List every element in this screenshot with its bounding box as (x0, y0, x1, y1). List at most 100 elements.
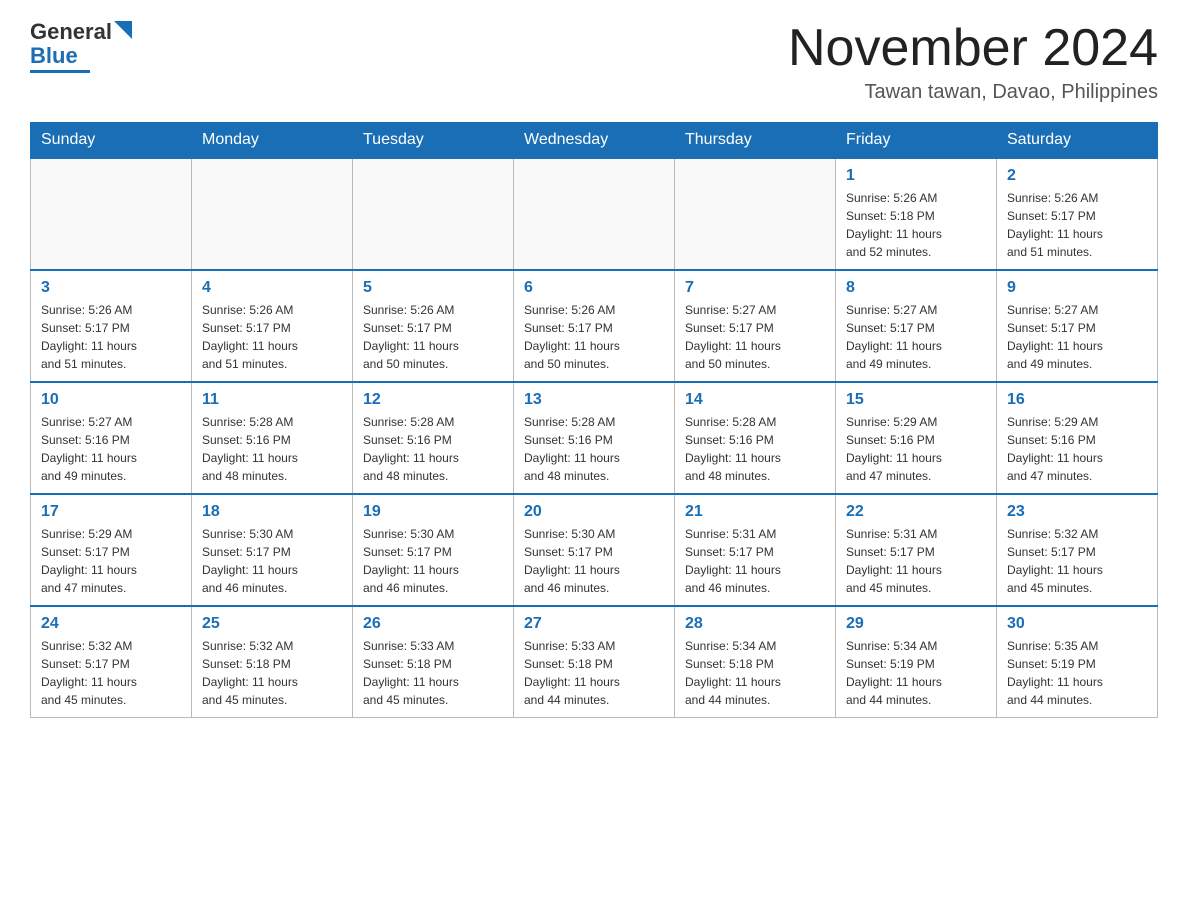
weekday-header-friday: Friday (836, 123, 997, 159)
day-number: 24 (41, 615, 181, 633)
day-info: Sunrise: 5:31 AMSunset: 5:17 PMDaylight:… (685, 525, 825, 597)
day-number: 19 (363, 503, 503, 521)
calendar-cell: 3 Sunrise: 5:26 AMSunset: 5:17 PMDaylight… (31, 270, 192, 382)
calendar-cell: 28 Sunrise: 5:34 AMSunset: 5:18 PMDayligh… (675, 606, 836, 718)
day-info: Sunrise: 5:32 AMSunset: 5:18 PMDaylight:… (202, 637, 342, 709)
day-number: 30 (1007, 615, 1147, 633)
day-number: 12 (363, 391, 503, 409)
logo-general: General (30, 20, 112, 44)
calendar-cell: 29 Sunrise: 5:34 AMSunset: 5:19 PMDayligh… (836, 606, 997, 718)
day-info: Sunrise: 5:30 AMSunset: 5:17 PMDaylight:… (363, 525, 503, 597)
day-info: Sunrise: 5:32 AMSunset: 5:17 PMDaylight:… (1007, 525, 1147, 597)
day-info: Sunrise: 5:27 AMSunset: 5:17 PMDaylight:… (685, 301, 825, 373)
calendar-cell: 13 Sunrise: 5:28 AMSunset: 5:16 PMDayligh… (514, 382, 675, 494)
calendar-cell: 25 Sunrise: 5:32 AMSunset: 5:18 PMDayligh… (192, 606, 353, 718)
calendar-cell: 22Sunrise: 5:31 AMSunset: 5:17 PMDayligh… (836, 494, 997, 606)
calendar-cell: 16Sunrise: 5:29 AMSunset: 5:16 PMDayligh… (997, 382, 1158, 494)
day-info: Sunrise: 5:27 AMSunset: 5:17 PMDaylight:… (846, 301, 986, 373)
day-number: 14 (685, 391, 825, 409)
title-section: November 2024 Tawan tawan, Davao, Philip… (788, 20, 1158, 104)
day-info: Sunrise: 5:33 AMSunset: 5:18 PMDaylight:… (524, 637, 664, 709)
day-number: 26 (363, 615, 503, 633)
weekday-header-wednesday: Wednesday (514, 123, 675, 159)
calendar-cell: 1Sunrise: 5:26 AMSunset: 5:18 PMDaylight… (836, 158, 997, 270)
calendar-cell: 5Sunrise: 5:26 AMSunset: 5:17 PMDaylight… (353, 270, 514, 382)
day-number: 9 (1007, 279, 1147, 297)
calendar-cell: 18 Sunrise: 5:30 AMSunset: 5:17 PMDayligh… (192, 494, 353, 606)
weekday-header-monday: Monday (192, 123, 353, 159)
day-info: Sunrise: 5:27 AMSunset: 5:16 PMDaylight:… (41, 413, 181, 485)
week-row-4: 17Sunrise: 5:29 AMSunset: 5:17 PMDayligh… (31, 494, 1158, 606)
page-header: General Blue November 2024 Tawan tawan, … (30, 20, 1158, 104)
day-number: 20 (524, 503, 664, 521)
day-number: 13 (524, 391, 664, 409)
day-info: Sunrise: 5:28 AMSunset: 5:16 PMDaylight:… (524, 413, 664, 485)
calendar-cell: 26 Sunrise: 5:33 AMSunset: 5:18 PMDayligh… (353, 606, 514, 718)
day-number: 23 (1007, 503, 1147, 521)
calendar-cell: 2Sunrise: 5:26 AMSunset: 5:17 PMDaylight… (997, 158, 1158, 270)
week-row-5: 24 Sunrise: 5:32 AMSunset: 5:17 PMDayligh… (31, 606, 1158, 718)
week-row-2: 3 Sunrise: 5:26 AMSunset: 5:17 PMDaylight… (31, 270, 1158, 382)
calendar-cell (675, 158, 836, 270)
day-info: Sunrise: 5:26 AMSunset: 5:17 PMDaylight:… (524, 301, 664, 373)
day-number: 4 (202, 279, 342, 297)
calendar-cell: 7Sunrise: 5:27 AMSunset: 5:17 PMDaylight… (675, 270, 836, 382)
weekday-header-saturday: Saturday (997, 123, 1158, 159)
week-row-3: 10 Sunrise: 5:27 AMSunset: 5:16 PMDayligh… (31, 382, 1158, 494)
day-info: Sunrise: 5:34 AMSunset: 5:18 PMDaylight:… (685, 637, 825, 709)
day-info: Sunrise: 5:30 AMSunset: 5:17 PMDaylight:… (524, 525, 664, 597)
day-number: 8 (846, 279, 986, 297)
calendar-cell: 30 Sunrise: 5:35 AMSunset: 5:19 PMDayligh… (997, 606, 1158, 718)
day-number: 29 (846, 615, 986, 633)
logo-underline (30, 70, 90, 73)
subtitle: Tawan tawan, Davao, Philippines (788, 81, 1158, 104)
logo: General Blue (30, 20, 132, 73)
day-info: Sunrise: 5:34 AMSunset: 5:19 PMDaylight:… (846, 637, 986, 709)
day-number: 11 (202, 391, 342, 409)
logo-triangle-icon (114, 21, 132, 39)
day-info: Sunrise: 5:28 AMSunset: 5:16 PMDaylight:… (363, 413, 503, 485)
day-info: Sunrise: 5:28 AMSunset: 5:16 PMDaylight:… (685, 413, 825, 485)
calendar-cell: 12 Sunrise: 5:28 AMSunset: 5:16 PMDayligh… (353, 382, 514, 494)
calendar-cell (31, 158, 192, 270)
weekday-header-row: SundayMondayTuesdayWednesdayThursdayFrid… (31, 123, 1158, 159)
calendar-cell: 24 Sunrise: 5:32 AMSunset: 5:17 PMDayligh… (31, 606, 192, 718)
weekday-header-thursday: Thursday (675, 123, 836, 159)
day-number: 10 (41, 391, 181, 409)
day-number: 15 (846, 391, 986, 409)
calendar-cell: 8 Sunrise: 5:27 AMSunset: 5:17 PMDaylight… (836, 270, 997, 382)
calendar-cell (192, 158, 353, 270)
day-number: 16 (1007, 391, 1147, 409)
day-info: Sunrise: 5:30 AMSunset: 5:17 PMDaylight:… (202, 525, 342, 597)
calendar-cell: 20 Sunrise: 5:30 AMSunset: 5:17 PMDayligh… (514, 494, 675, 606)
day-info: Sunrise: 5:32 AMSunset: 5:17 PMDaylight:… (41, 637, 181, 709)
day-number: 6 (524, 279, 664, 297)
weekday-header-tuesday: Tuesday (353, 123, 514, 159)
calendar-cell: 14 Sunrise: 5:28 AMSunset: 5:16 PMDayligh… (675, 382, 836, 494)
day-info: Sunrise: 5:27 AMSunset: 5:17 PMDaylight:… (1007, 301, 1147, 373)
calendar-cell: 21 Sunrise: 5:31 AMSunset: 5:17 PMDayligh… (675, 494, 836, 606)
calendar-cell: 9 Sunrise: 5:27 AMSunset: 5:17 PMDaylight… (997, 270, 1158, 382)
calendar-table: SundayMondayTuesdayWednesdayThursdayFrid… (30, 122, 1158, 718)
calendar-cell: 27Sunrise: 5:33 AMSunset: 5:18 PMDayligh… (514, 606, 675, 718)
day-info: Sunrise: 5:33 AMSunset: 5:18 PMDaylight:… (363, 637, 503, 709)
day-number: 17 (41, 503, 181, 521)
calendar-cell: 17Sunrise: 5:29 AMSunset: 5:17 PMDayligh… (31, 494, 192, 606)
day-number: 5 (363, 279, 503, 297)
day-number: 21 (685, 503, 825, 521)
day-info: Sunrise: 5:26 AMSunset: 5:17 PMDaylight:… (41, 301, 181, 373)
day-info: Sunrise: 5:26 AMSunset: 5:18 PMDaylight:… (846, 189, 986, 261)
calendar-cell (514, 158, 675, 270)
calendar-cell: 11Sunrise: 5:28 AMSunset: 5:16 PMDayligh… (192, 382, 353, 494)
day-number: 25 (202, 615, 342, 633)
day-number: 3 (41, 279, 181, 297)
day-number: 22 (846, 503, 986, 521)
calendar-cell: 19 Sunrise: 5:30 AMSunset: 5:17 PMDayligh… (353, 494, 514, 606)
day-number: 18 (202, 503, 342, 521)
calendar-cell: 10 Sunrise: 5:27 AMSunset: 5:16 PMDayligh… (31, 382, 192, 494)
day-number: 28 (685, 615, 825, 633)
day-info: Sunrise: 5:26 AMSunset: 5:17 PMDaylight:… (202, 301, 342, 373)
week-row-1: 1Sunrise: 5:26 AMSunset: 5:18 PMDaylight… (31, 158, 1158, 270)
calendar-cell: 6 Sunrise: 5:26 AMSunset: 5:17 PMDaylight… (514, 270, 675, 382)
day-info: Sunrise: 5:35 AMSunset: 5:19 PMDaylight:… (1007, 637, 1147, 709)
